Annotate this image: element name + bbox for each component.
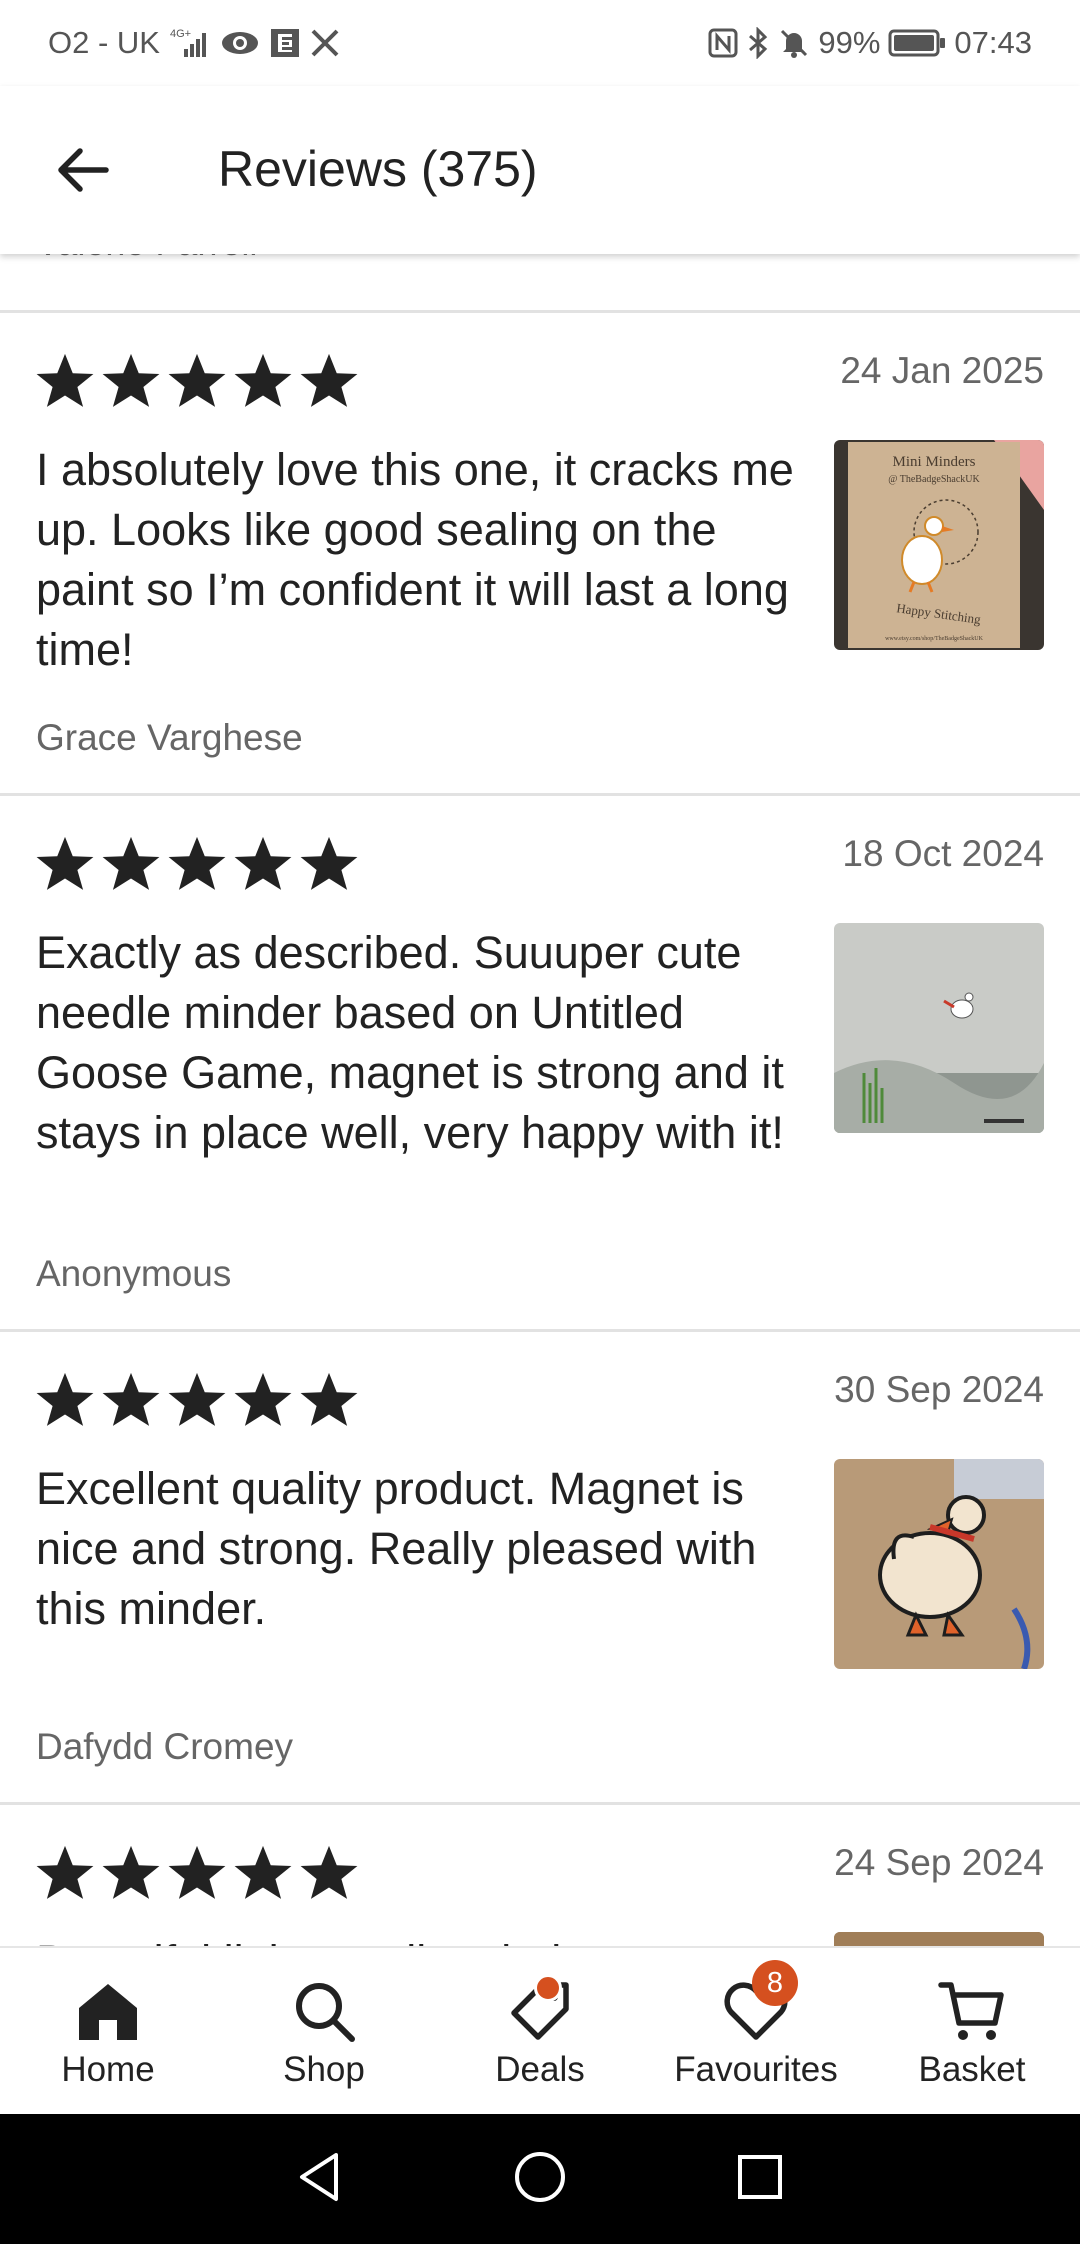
- review-photo[interactable]: [834, 1932, 1044, 1946]
- nav-favourites[interactable]: 8 Favourites: [648, 1948, 864, 2116]
- search-icon: [292, 1978, 356, 2044]
- nfc-icon: [708, 28, 738, 58]
- review-author: Grace Varghese: [36, 717, 303, 758]
- review-photo[interactable]: [834, 923, 1044, 1133]
- eye-icon: [220, 28, 260, 58]
- star-icon: [102, 836, 160, 890]
- star-rating: [34, 350, 360, 412]
- goose-photo-image: [834, 1932, 1044, 1946]
- star-icon: [300, 1845, 358, 1899]
- review-photo[interactable]: Mini Minders @ TheBadgeShackUK Happy Sti…: [834, 440, 1044, 650]
- cart-icon: [937, 1978, 1007, 2044]
- nav-shop[interactable]: Shop: [216, 1948, 432, 2116]
- star-icon: [168, 353, 226, 407]
- review-card: 24 Jan 2025 I absolutely love this one, …: [0, 313, 1080, 793]
- clock: 07:43: [954, 25, 1032, 60]
- bluetooth-icon: [746, 27, 770, 59]
- star-icon: [168, 836, 226, 890]
- card-handle: @ TheBadgeShackUK: [888, 474, 980, 485]
- review-card: 24 Sep 2024 Beautiful little needle mind…: [0, 1805, 1080, 1946]
- star-icon: [168, 1372, 226, 1426]
- star-rating: [34, 1842, 360, 1904]
- notification-dot: [534, 1974, 562, 2002]
- system-recents-button[interactable]: [732, 2149, 788, 2210]
- status-bar: O2 - UK 4G+ 99% 07:43: [0, 0, 1080, 86]
- arrow-left-icon: [58, 148, 109, 192]
- battery-percent: 99%: [818, 25, 881, 60]
- star-icon: [36, 836, 94, 890]
- system-nav-bar: [0, 2114, 1080, 2244]
- circle-home-icon: [515, 2151, 565, 2202]
- star-icon: [300, 836, 358, 890]
- battery-icon: [888, 28, 946, 58]
- goose-closeup-image: [834, 1459, 1044, 1669]
- review-text: Beautiful little needle minder: [36, 1932, 806, 1946]
- review-text: Excellent quality product. Magnet is nic…: [36, 1463, 757, 1634]
- home-icon: [75, 1978, 141, 2044]
- review-date: 24 Sep 2024: [834, 1842, 1044, 1883]
- review-text: Exactly as described. Suuuper cute needl…: [36, 927, 784, 1158]
- etsy-app-icon: [270, 28, 300, 58]
- star-rating: [34, 1369, 360, 1431]
- star-icon: [168, 1845, 226, 1899]
- nav-label: Deals: [495, 2050, 585, 2089]
- review-author: Anonymous: [36, 1253, 232, 1294]
- star-icon: [234, 1372, 292, 1426]
- review-date: 24 Jan 2025: [840, 350, 1044, 391]
- star-icon: [300, 1372, 358, 1426]
- star-rating: [34, 833, 360, 895]
- page-title: Reviews (375): [218, 141, 538, 197]
- star-icon: [300, 353, 358, 407]
- x-app-icon: [310, 28, 340, 58]
- nav-deals[interactable]: Deals: [432, 1948, 648, 2116]
- nav-home[interactable]: Home: [0, 1948, 216, 2116]
- goose-on-fabric-image: [834, 923, 1044, 1133]
- review-card: 18 Oct 2024 Exactly as described. Suuupe…: [0, 796, 1080, 1329]
- card-url: www.etsy.com/shop/TheBadgeShackUK: [885, 636, 984, 642]
- review-author: Valerie Farrell: [36, 254, 257, 264]
- star-icon: [234, 353, 292, 407]
- star-icon: [36, 1845, 94, 1899]
- status-left: O2 - UK 4G+: [48, 25, 340, 61]
- bottom-nav: Home Shop Deals 8 Favourites Basket: [0, 1946, 1080, 2116]
- review-date: 18 Oct 2024: [842, 833, 1044, 874]
- network-type-label: 4G+: [170, 28, 191, 40]
- nav-basket[interactable]: Basket: [864, 1948, 1080, 2116]
- signal-icon: 4G+: [170, 27, 210, 59]
- review-date: 30 Sep 2024: [834, 1369, 1044, 1410]
- system-back-button[interactable]: [292, 2149, 348, 2210]
- star-icon: [234, 836, 292, 890]
- review-card: 30 Sep 2024 Excellent quality product. M…: [0, 1332, 1080, 1802]
- star-icon: [102, 353, 160, 407]
- nav-label: Shop: [283, 2050, 365, 2089]
- reviews-list[interactable]: Valerie Farrell 24 Jan 2025 I absolutely…: [0, 254, 1080, 1946]
- card-title: Mini Minders: [893, 454, 976, 470]
- system-home-button[interactable]: [512, 2149, 568, 2210]
- carrier-label: O2 - UK: [48, 25, 160, 60]
- star-icon: [102, 1845, 160, 1899]
- app-bar: Reviews (375): [0, 86, 1080, 254]
- nav-label: Home: [61, 2050, 155, 2089]
- goose-badge-card-image: Mini Minders @ TheBadgeShackUK Happy Sti…: [834, 440, 1044, 650]
- star-icon: [102, 1372, 160, 1426]
- favourites-badge: 8: [752, 1960, 798, 2006]
- status-right: 99% 07:43: [708, 25, 1032, 61]
- review-author: Dafydd Cromey: [36, 1726, 294, 1767]
- bell-muted-icon: [778, 27, 810, 59]
- star-icon: [36, 1372, 94, 1426]
- review-photo[interactable]: [834, 1459, 1044, 1669]
- star-icon: [234, 1845, 292, 1899]
- square-recents-icon: [738, 2154, 782, 2199]
- back-button[interactable]: [52, 144, 112, 196]
- nav-label: Favourites: [674, 2050, 838, 2089]
- triangle-back-icon: [300, 2152, 338, 2201]
- review-text: I absolutely love this one, it cracks me…: [36, 444, 794, 675]
- nav-label: Basket: [918, 2050, 1026, 2089]
- star-icon: [36, 353, 94, 407]
